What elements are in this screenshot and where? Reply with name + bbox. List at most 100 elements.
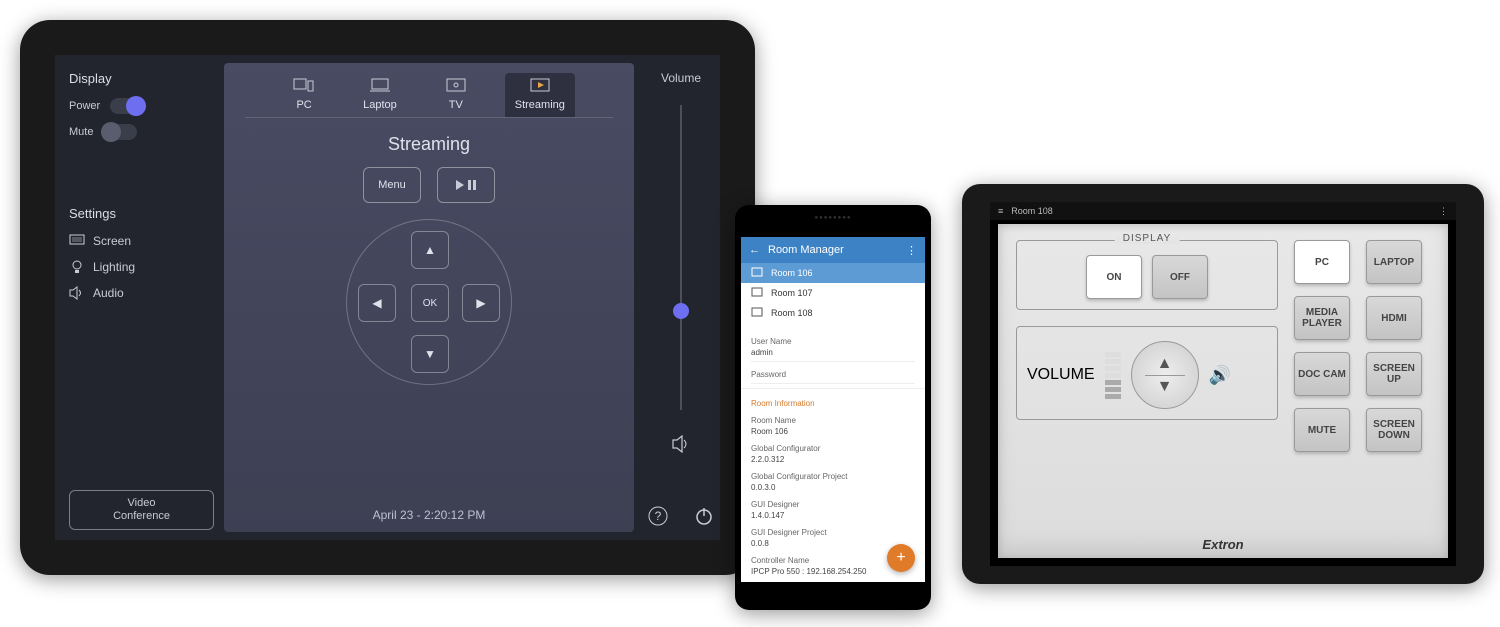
help-icon: ? [647,505,669,527]
settings-audio[interactable]: Audio [69,285,214,301]
audio-label: Audio [93,286,124,300]
volume-legend: VOLUME [1027,366,1095,384]
room-item-107[interactable]: Room 107 [741,283,925,303]
field-value: IPCP Pro 550 : 192.168.254.250 [751,567,915,576]
room-info-header: Room Information [741,388,925,410]
dpad-ok-label: OK [423,298,437,309]
datetime: April 23 - 2:20:12 PM [373,508,486,522]
field-label: Global Configurator [751,444,915,453]
level-bar [1105,394,1121,399]
menu-button-label: Menu [378,179,406,191]
source-label: LAPTOP [1374,257,1414,268]
arrow-down-icon: ▼ [424,347,436,361]
level-bar [1105,380,1121,385]
settings-lighting[interactable]: Lighting [69,259,214,275]
source-label: HDMI [1381,313,1407,324]
tab-pc[interactable]: PC [283,73,325,117]
tablet-streaming: Display Power Mute Settings Screen [20,20,755,575]
display-off-button[interactable]: OFF [1152,255,1208,299]
dpad-down[interactable]: ▼ [411,335,449,373]
knob-divider [1145,375,1185,376]
mute-toggle-row[interactable]: Mute [69,124,214,140]
arrow-down-icon: ▼ [1157,378,1173,396]
volume-knob[interactable]: ▲ ▼ [1131,341,1199,409]
source-pc[interactable]: PC [1294,240,1350,284]
field-label: GUI Designer Project [751,528,915,537]
tablet1-rightcol: Volume ? [642,55,720,540]
volume-slider[interactable] [678,105,684,410]
source-doc-cam[interactable]: DOC CAM [1294,352,1350,396]
source-label: SCREEN DOWN [1367,419,1421,441]
source-label: SCREEN UP [1367,363,1421,385]
field-value: 0.0.3.0 [751,483,915,492]
power-toggle[interactable] [110,98,144,114]
menu-button[interactable]: Menu [363,167,421,203]
back-icon[interactable]: ← [749,244,760,256]
streaming-icon [529,77,551,95]
room-item-label: Room 107 [771,288,813,298]
appbar-title: Room Manager [768,244,844,256]
field-label: GUI Designer [751,500,915,509]
screen-down-button[interactable]: SCREEN DOWN [1366,408,1422,452]
phone-appbar: ← Room Manager ⋮ [741,237,925,263]
user-name-field[interactable]: User Name admin [741,331,925,359]
room-item-108[interactable]: Room 108 [741,303,925,323]
slider-thumb[interactable] [673,303,689,319]
tv-icon [445,77,467,95]
source-media-player[interactable]: MEDIA PLAYER [1294,296,1350,340]
display-group: DISPLAY ON OFF [1016,240,1278,310]
control-panel: DISPLAY ON OFF VOLUME [998,224,1448,558]
settings-heading: Settings [69,206,214,221]
video-conference-label: Video Conference [113,497,170,522]
arrow-right-icon: ▶ [476,296,485,310]
arrow-up-icon: ▲ [1157,355,1173,373]
settings-screen[interactable]: Screen [69,233,214,249]
tab-tv[interactable]: TV [435,73,477,117]
screen-up-button[interactable]: SCREEN UP [1366,352,1422,396]
tab-laptop[interactable]: Laptop [353,73,407,117]
more-icon[interactable]: ⋮ [906,244,917,257]
svg-text:?: ? [655,509,662,523]
tab-streaming-label: Streaming [515,99,565,111]
video-conference-button[interactable]: Video Conference [69,490,214,530]
dpad-ok[interactable]: OK [411,284,449,322]
source-laptop[interactable]: LAPTOP [1366,240,1422,284]
dpad-up[interactable]: ▲ [411,231,449,269]
pc-icon [293,77,315,95]
source-label: PC [1315,257,1329,268]
source-label: MUTE [1308,425,1336,436]
gd-field: GUI Designer 1.4.0.147 [741,494,925,522]
power-button[interactable] [690,502,718,530]
tab-laptop-label: Laptop [363,99,397,111]
volume-speaker-button[interactable] [667,430,695,458]
source-hdmi[interactable]: HDMI [1366,296,1422,340]
field-value: Room 106 [751,427,915,436]
power-toggle-row[interactable]: Power [69,98,214,114]
phone-earpiece: ●●●●●●●● [808,215,858,219]
help-button[interactable]: ? [644,502,672,530]
tab-streaming[interactable]: Streaming [505,73,575,117]
dpad-left[interactable]: ◀ [358,284,396,322]
menu-row: Menu [363,167,495,203]
source-tabs: PC Laptop TV Streaming [245,63,613,118]
lighting-label: Lighting [93,260,135,274]
dpad-right[interactable]: ▶ [462,284,500,322]
level-bar [1105,373,1121,378]
room-item-106[interactable]: Room 106 [741,263,925,283]
speaker-icon: 🔊 [1209,365,1231,386]
source-label: DOC CAM [1298,369,1346,380]
power-icon [693,505,715,527]
mute-button[interactable]: MUTE [1294,408,1350,452]
gcp-field: Global Configurator Project 0.0.3.0 [741,466,925,494]
add-button[interactable]: + [887,544,915,572]
play-pause-button[interactable] [437,167,495,203]
plus-icon: + [896,549,905,567]
screen-label: Screen [93,234,131,248]
menu-icon[interactable]: ≡ [998,206,1003,216]
play-pause-icon [454,178,478,192]
password-field[interactable]: Password [741,364,925,381]
volume-group: VOLUME ▲ ▼ 🔊 [1016,326,1278,420]
mute-toggle[interactable] [103,124,137,140]
more-icon[interactable]: ⋮ [1439,206,1448,217]
display-on-button[interactable]: ON [1086,255,1142,299]
